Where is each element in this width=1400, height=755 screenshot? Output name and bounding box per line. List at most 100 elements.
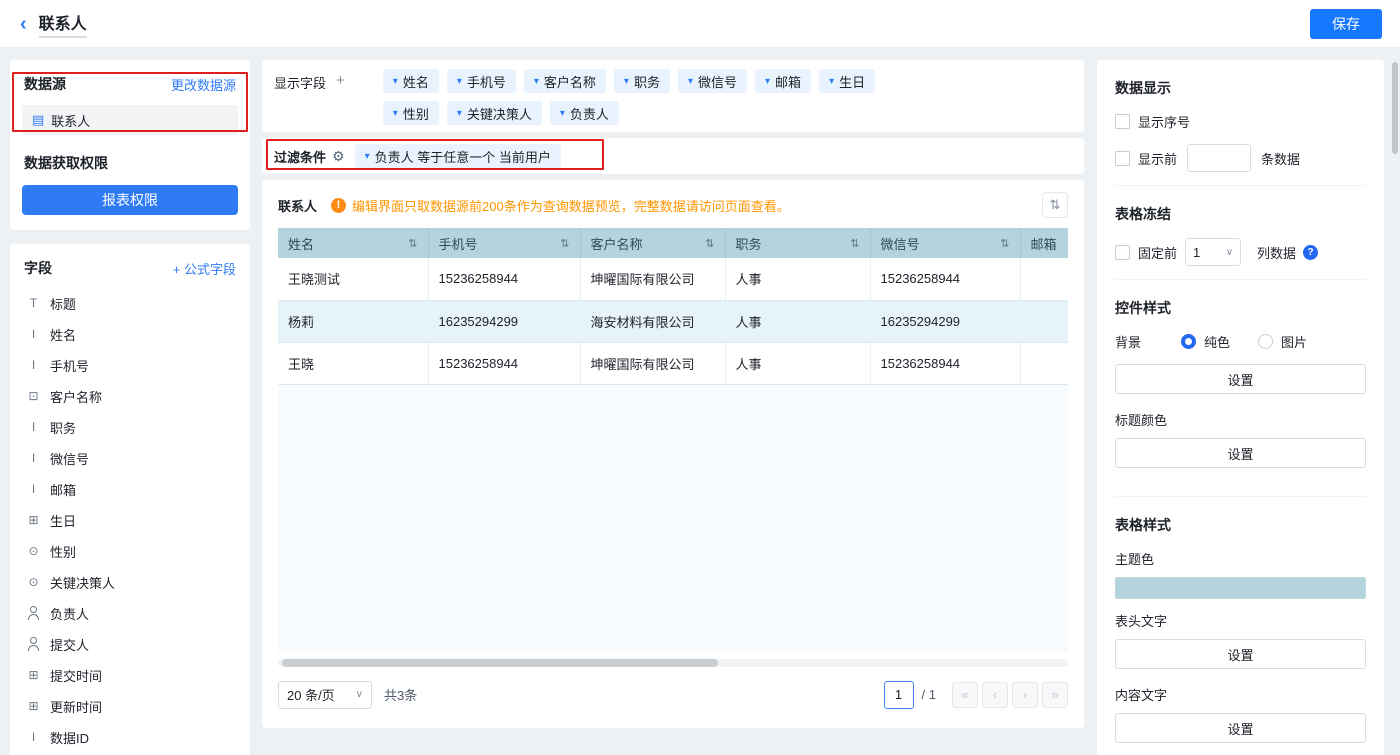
freeze-checkbox[interactable] <box>1115 245 1130 260</box>
table-row[interactable]: 王晓15236258944坤曜国际有限公司人事15236258944 <box>278 342 1068 384</box>
save-button[interactable]: 保存 <box>1310 9 1382 39</box>
column-sort-icon[interactable]: ⇅ <box>408 237 417 250</box>
radio-icon: ⊙ <box>26 544 41 559</box>
person-icon <box>26 606 41 621</box>
column-header-手机号[interactable]: 手机号⇅ <box>428 228 580 258</box>
field-item-提交人[interactable]: 提交人 <box>10 629 250 660</box>
chevron-down-icon[interactable]: ▾ <box>560 108 565 119</box>
field-item-微信号[interactable]: I微信号 <box>10 443 250 474</box>
freeze-count-select[interactable]: 1 ∨ <box>1185 238 1241 266</box>
image-radio[interactable] <box>1258 334 1273 349</box>
first-page-icon[interactable]: « <box>952 682 978 708</box>
show-first-checkbox[interactable] <box>1115 151 1130 166</box>
show-first-count-input[interactable] <box>1187 144 1251 172</box>
chevron-down-icon[interactable]: ▾ <box>829 76 834 87</box>
prev-page-icon[interactable]: ‹ <box>982 682 1008 708</box>
next-page-icon[interactable]: › <box>1012 682 1038 708</box>
title-color-setting-button[interactable]: 设置 <box>1115 438 1366 468</box>
last-page-icon[interactable]: » <box>1042 682 1068 708</box>
header-text-setting-button[interactable]: 设置 <box>1115 639 1366 669</box>
column-sort-icon[interactable]: ⇅ <box>1000 237 1009 250</box>
page-title: 联系人 <box>39 10 87 38</box>
chevron-down-icon[interactable]: ▾ <box>765 76 770 87</box>
column-sort-icon[interactable]: ⇅ <box>850 237 859 250</box>
field-item-负责人[interactable]: 负责人 <box>10 598 250 629</box>
display-field-chip-手机号[interactable]: ▾手机号 <box>447 69 516 93</box>
vertical-scrollbar-thumb[interactable] <box>1392 62 1398 154</box>
field-item-关键决策人[interactable]: ⊙关键决策人 <box>10 567 250 598</box>
display-field-chip-姓名[interactable]: ▾姓名 <box>383 69 439 93</box>
column-header-邮箱[interactable]: 邮箱⇅ <box>1020 228 1068 258</box>
field-item-更新时间[interactable]: ⊞ 更新时间 <box>10 691 250 722</box>
change-datasource-link[interactable]: 更改数据源 <box>171 75 236 94</box>
chip-label: 负责人 <box>570 104 609 123</box>
current-page-input[interactable]: 1 <box>884 681 914 709</box>
field-item-客户名称[interactable]: ⊡客户名称 <box>10 381 250 412</box>
field-item-生日[interactable]: ⊞生日 <box>10 505 250 536</box>
column-sort-icon[interactable]: ⇅ <box>560 237 569 250</box>
chevron-down-icon[interactable]: ▾ <box>624 76 629 87</box>
display-field-chip-职务[interactable]: ▾ 职务 <box>614 69 670 93</box>
add-display-field-icon[interactable]: + <box>336 72 345 123</box>
top-header: ‹ 联系人 保存 <box>0 0 1400 48</box>
field-item-数据ID[interactable]: I数据ID <box>10 722 250 753</box>
page-nav-buttons: «‹›» <box>948 682 1068 708</box>
horizontal-scrollbar-thumb[interactable] <box>282 659 718 667</box>
column-header-微信号[interactable]: 微信号⇅ <box>870 228 1020 258</box>
display-field-chip-性别[interactable]: ▾性别 <box>383 101 439 125</box>
field-item-手机号[interactable]: I手机号 <box>10 350 250 381</box>
show-first-suffix: 条数据 <box>1261 149 1300 168</box>
chevron-down-icon[interactable]: ▾ <box>688 76 693 87</box>
column-header-职务[interactable]: 职务⇅ <box>725 228 870 258</box>
text-icon: I <box>26 327 41 342</box>
display-field-chip-关键决策人[interactable]: ▾关键决策人 <box>447 101 542 125</box>
chevron-down-icon[interactable]: ▾ <box>457 76 462 87</box>
chevron-down-icon[interactable]: ▾ <box>393 76 398 87</box>
display-field-chip-生日[interactable]: ▾ 生日 <box>819 69 875 93</box>
table-row[interactable]: 王晓测试15236258944坤曜国际有限公司人事15236258944 <box>278 258 1068 300</box>
datasource-item-label: 联系人 <box>51 111 90 130</box>
field-item-邮箱[interactable]: I邮箱 <box>10 474 250 505</box>
solid-color-radio[interactable] <box>1181 334 1196 349</box>
freeze-prefix: 固定前 <box>1138 243 1177 262</box>
column-sort-icon[interactable]: ⇅ <box>705 237 714 250</box>
gear-icon[interactable]: ⚙ <box>332 148 345 165</box>
back-icon[interactable]: ‹ <box>20 14 27 34</box>
column-header-姓名[interactable]: 姓名⇅ <box>278 228 428 258</box>
horizontal-scrollbar[interactable] <box>278 659 1068 667</box>
sort-button[interactable]: ⇅ <box>1042 192 1068 218</box>
display-field-chip-负责人[interactable]: ▾ 负责人 <box>550 101 619 125</box>
field-item-职务[interactable]: I职务 <box>10 412 250 443</box>
table-head-row: 姓名⇅手机号⇅客户名称⇅职务⇅微信号⇅邮箱⇅ <box>278 228 1068 258</box>
display-field-chip-微信号[interactable]: ▾微信号 <box>678 69 747 93</box>
table-row[interactable]: 杨莉16235294299海安材料有限公司人事16235294299 <box>278 300 1068 342</box>
chip-label: 生日 <box>839 72 865 91</box>
report-permission-button[interactable]: 报表权限 <box>22 185 238 215</box>
chevron-down-icon[interactable]: ▾ <box>534 76 539 87</box>
chevron-down-icon[interactable]: ▾ <box>393 108 398 119</box>
field-item-标题[interactable]: T标题 <box>10 288 250 319</box>
datasource-item[interactable]: ▤ 联系人 <box>22 105 238 135</box>
chip-label: 职务 <box>634 72 660 91</box>
show-index-checkbox[interactable] <box>1115 114 1130 129</box>
date-icon: ⊞ <box>26 699 41 714</box>
field-item-提交时间[interactable]: ⊞提交时间 <box>10 660 250 691</box>
filter-condition-chip[interactable]: ▾负责人 等于任意一个 当前用户 <box>355 144 561 168</box>
help-icon[interactable]: ? <box>1303 245 1318 260</box>
background-setting-button[interactable]: 设置 <box>1115 364 1366 394</box>
field-label: 更新时间 <box>50 697 234 716</box>
total-pages: / 1 <box>922 687 936 702</box>
display-field-chip-客户名称[interactable]: ▾客户名称 <box>524 69 606 93</box>
column-header-客户名称[interactable]: 客户名称⇅ <box>580 228 725 258</box>
add-formula-field-link[interactable]: + 公式字段 <box>173 259 236 278</box>
content-text-setting-button[interactable]: 设置 <box>1115 713 1366 743</box>
field-label: 数据ID <box>50 728 234 747</box>
page-size-select[interactable]: 20 条/页 ∨ <box>278 681 372 709</box>
field-item-姓名[interactable]: I姓名 <box>10 319 250 350</box>
chevron-down-icon[interactable]: ▾ <box>457 108 462 119</box>
theme-color-swatch[interactable] <box>1115 577 1366 599</box>
chevron-down-icon[interactable]: ▾ <box>365 151 370 162</box>
field-item-性别[interactable]: ⊙性别 <box>10 536 250 567</box>
display-field-chip-邮箱[interactable]: ▾邮箱 <box>755 69 811 93</box>
vertical-scrollbar[interactable] <box>1392 60 1398 750</box>
